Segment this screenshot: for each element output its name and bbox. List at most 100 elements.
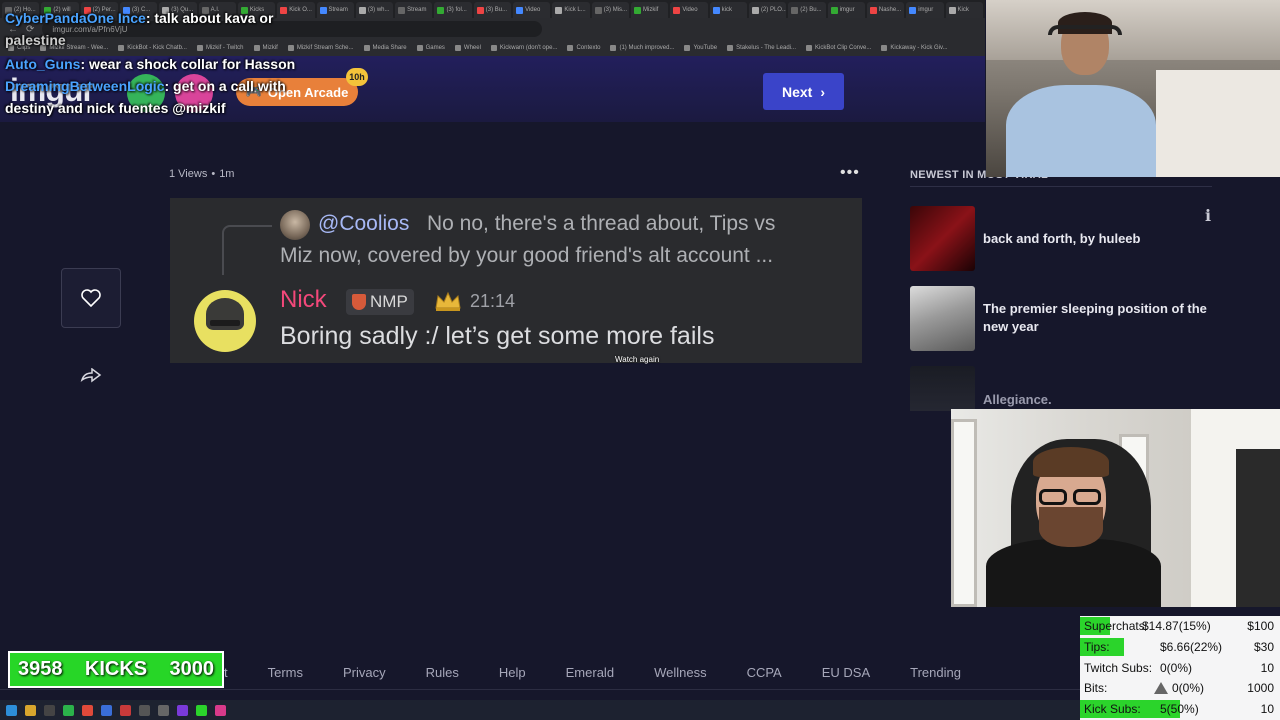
bookmark-item[interactable]: (1) Much improved... xyxy=(610,45,674,51)
browser-tab[interactable]: Video xyxy=(513,2,551,18)
browser-tab[interactable]: Video xyxy=(670,2,708,18)
tab-label: (3) fol... xyxy=(446,7,467,13)
bookmark-icon xyxy=(287,45,294,51)
browser-tab[interactable]: imgur xyxy=(906,2,944,18)
footer-link[interactable]: Wellness xyxy=(654,665,707,680)
bookmark-item[interactable]: Kickwarn (don't ope... xyxy=(490,45,557,51)
tab-label: Kick O... xyxy=(289,7,312,13)
chat-text: palestine xyxy=(5,32,66,48)
footer-link[interactable]: Emerald xyxy=(566,665,614,680)
footer-link[interactable]: Privacy xyxy=(343,665,386,680)
browser-icon[interactable] xyxy=(82,704,93,716)
goal-label: Tips: xyxy=(1084,639,1110,654)
browser-tab[interactable]: (2) PLO... xyxy=(748,2,787,18)
app-icon[interactable] xyxy=(139,704,150,716)
browser-tab[interactable]: Stream xyxy=(395,2,433,18)
app-icon[interactable] xyxy=(177,704,188,716)
start-icon[interactable] xyxy=(6,704,17,716)
favicon-icon xyxy=(437,6,445,14)
app-icon[interactable] xyxy=(215,704,226,716)
favicon-icon xyxy=(712,6,720,14)
divider xyxy=(0,689,1080,690)
crown-icon xyxy=(435,291,461,311)
browser-tab[interactable]: (2) Bu... xyxy=(788,2,826,18)
bookmark-label: KickBot - Kick Chatb... xyxy=(127,45,187,51)
app-icon[interactable] xyxy=(101,704,112,716)
goal-target: 10 xyxy=(1260,702,1274,717)
browser-tab[interactable]: (3) Bu... xyxy=(473,2,512,18)
bookmark-icon xyxy=(567,45,574,51)
browser-tab[interactable]: Mizkif xyxy=(631,2,669,18)
bedding-shape xyxy=(1156,70,1280,177)
footer-link[interactable]: Help xyxy=(499,665,526,680)
bookmark-icon xyxy=(881,45,888,51)
browser-tab[interactable]: (3) wh... xyxy=(355,2,394,18)
goal-target: $100 xyxy=(1247,619,1274,633)
role-tag: NMP xyxy=(346,289,414,315)
tab-label: Kick L... xyxy=(564,7,586,13)
goal-label: Twitch Subs: xyxy=(1084,660,1153,675)
browser-tab[interactable]: Nashe... xyxy=(866,2,905,18)
like-button[interactable] xyxy=(61,268,121,328)
divider xyxy=(910,186,1212,187)
footer-link[interactable]: t xyxy=(224,665,228,680)
share-button[interactable] xyxy=(61,356,121,396)
wall-shape xyxy=(986,0,1280,60)
bookmark-item[interactable]: Media Share xyxy=(363,45,407,51)
bookmark-item[interactable]: KickBot - Kick Chatb... xyxy=(118,45,187,51)
kicks-goal: 3000 xyxy=(169,658,214,680)
bookmark-icon xyxy=(806,45,812,51)
footer-link[interactable]: Terms xyxy=(268,665,303,680)
bookmark-item[interactable]: YouTube xyxy=(684,45,717,51)
browser-tab[interactable]: Stream xyxy=(316,2,354,18)
bookmark-item[interactable]: Stakelus - The Leadi... xyxy=(727,45,796,51)
bookmark-label: Media Share xyxy=(372,45,407,51)
browser-tab[interactable]: kick xyxy=(709,2,747,18)
app-icon[interactable] xyxy=(44,704,55,716)
bookmark-item[interactable]: Wheel xyxy=(454,45,481,51)
sidebar-post-item[interactable]: The premier sleeping position of the new… xyxy=(910,286,1212,351)
app-icon[interactable] xyxy=(158,704,169,716)
browser-tab[interactable]: Kick L... xyxy=(552,2,590,18)
stream-goals-panel: Superchats: $14.87(15%) $100 Tips: $6.66(22%… xyxy=(1080,616,1280,720)
browser-tab[interactable]: (3) Mis... xyxy=(591,2,629,18)
watch-again-button[interactable]: Watch again xyxy=(615,355,659,364)
footer-link[interactable]: Rules xyxy=(426,665,459,680)
goal-value: 0(0%) xyxy=(1160,660,1193,675)
footer-link[interactable]: CCPA xyxy=(747,665,782,680)
browser-tab[interactable]: imgur xyxy=(827,2,865,18)
kicks-label: KICKS xyxy=(84,658,148,680)
bookmark-item[interactable]: KickBot Clip Conve... xyxy=(806,45,871,51)
footer-link[interactable]: EU DSA xyxy=(822,665,870,680)
quoted-text: No no, there's a thread about, Tips vs xyxy=(427,212,776,235)
bookmark-item[interactable]: Contexto xyxy=(567,45,600,51)
tab-label: Kick xyxy=(957,7,969,13)
bookmark-label: YouTube xyxy=(693,45,718,51)
favicon-icon xyxy=(751,6,759,14)
sidebar-post-item[interactable]: back and forth, by huleeb xyxy=(910,206,1212,271)
sidebar-post-item[interactable]: Allegiance. xyxy=(910,366,1212,411)
bookmark-item[interactable]: Mizkif Stream Sche... xyxy=(287,45,354,51)
beard-shape xyxy=(1039,507,1103,547)
goal-row: Tips: $6.66(22%) $30 xyxy=(1080,637,1280,657)
folder-icon[interactable] xyxy=(25,704,36,716)
chat-text: : get on a call with xyxy=(164,78,286,94)
chevron-right-icon: › xyxy=(820,83,826,100)
chat-message: Auto_Guns: wear a shock collar for Hasso… xyxy=(5,56,295,72)
bookmark-item[interactable]: Mizkif xyxy=(253,45,278,51)
app-icon[interactable] xyxy=(63,704,74,716)
footer-link[interactable]: Trending xyxy=(910,665,961,680)
more-options-icon[interactable]: ••• xyxy=(840,164,860,182)
quoted-text: Miz now, covered by your good friend's a… xyxy=(280,244,774,267)
browser-tab[interactable]: Kick xyxy=(945,2,983,18)
bookmark-item[interactable]: Mizkif - Twitch xyxy=(196,45,244,51)
bookmark-label: Mizkif - Twitch xyxy=(205,45,244,51)
bookmark-item[interactable]: Games xyxy=(416,45,445,51)
next-button[interactable]: Next › xyxy=(763,73,844,110)
browser-tab[interactable]: (3) fol... xyxy=(434,2,472,18)
bookmark-label: Contexto xyxy=(576,45,601,51)
app-icon[interactable] xyxy=(196,704,207,716)
bookmark-item[interactable]: Kickaway - Kick Giv... xyxy=(881,45,948,51)
browser-tab[interactable]: Kick O... xyxy=(277,2,315,18)
app-icon[interactable] xyxy=(120,704,131,716)
